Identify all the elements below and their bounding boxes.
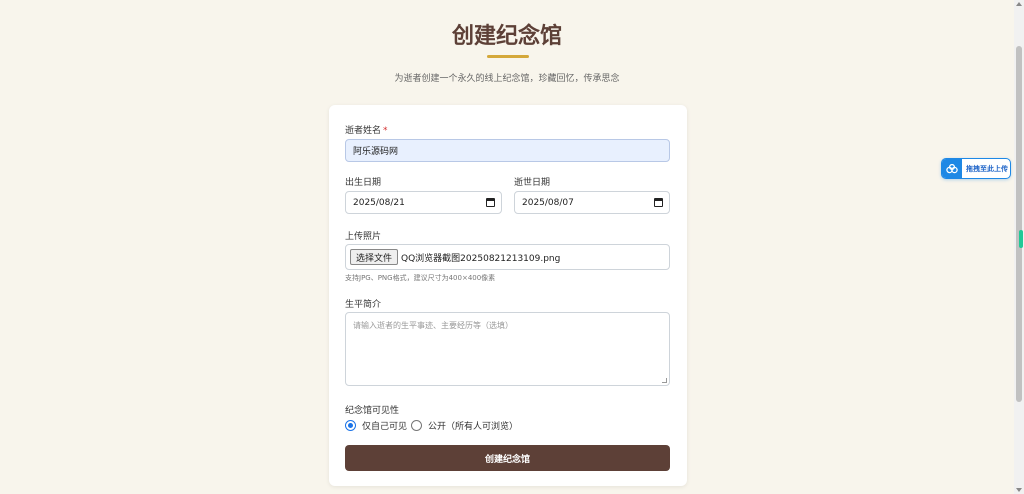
bio-textarea[interactable]: 请输入逝者的生平事迹、主要经历等（选填） bbox=[345, 312, 670, 386]
radio-unchecked-icon[interactable] bbox=[411, 420, 422, 431]
name-label: 逝者姓名 * bbox=[345, 123, 388, 136]
photo-help-text: 支持JPG、PNG格式，建议尺寸为400×400像素 bbox=[345, 274, 496, 282]
scroll-up-icon[interactable] bbox=[1016, 2, 1022, 6]
drag-upload-widget[interactable]: 拖拽至此上传 bbox=[941, 158, 1011, 179]
death-date-input[interactable]: 2025/08/07 bbox=[514, 191, 670, 214]
visibility-label: 纪念馆可见性 bbox=[345, 406, 400, 416]
name-label-text: 逝者姓名 bbox=[345, 126, 382, 136]
title-underline bbox=[487, 55, 529, 58]
birth-date-input[interactable]: 2025/08/21 bbox=[345, 191, 502, 214]
birth-date-value: 2025/08/21 bbox=[353, 197, 405, 208]
side-marker bbox=[1019, 230, 1023, 248]
upload-cloud-icon bbox=[942, 159, 962, 178]
death-date-value: 2025/08/07 bbox=[522, 197, 574, 208]
death-date-label: 逝世日期 bbox=[514, 178, 551, 188]
calendar-icon[interactable] bbox=[654, 198, 663, 207]
radio-checked-icon[interactable] bbox=[345, 420, 356, 431]
visibility-option-label: 仅自己可见 bbox=[362, 422, 408, 432]
choose-file-button[interactable]: 选择文件 bbox=[350, 249, 399, 265]
photo-label: 上传照片 bbox=[345, 232, 382, 242]
page-subtitle: 为逝者创建一个永久的线上纪念馆，珍藏回忆，传承思念 bbox=[394, 74, 620, 84]
memorial-form-card: 逝者姓名 * 阿乐源码网 出生日期 2025/08/21 逝世日期 2025/08… bbox=[329, 105, 687, 486]
bio-label: 生平简介 bbox=[345, 300, 382, 310]
scroll-thumb[interactable] bbox=[1016, 46, 1022, 402]
birth-date-label: 出生日期 bbox=[345, 178, 382, 188]
visibility-option-private[interactable]: 仅自己可见 bbox=[345, 419, 407, 432]
selected-file-name: QQ浏览器截图20250821213109.png bbox=[401, 253, 561, 264]
name-input-value: 阿乐源码网 bbox=[353, 147, 399, 157]
visibility-option-public[interactable]: 公开（所有人可浏览） bbox=[411, 419, 518, 432]
calendar-icon[interactable] bbox=[486, 198, 495, 207]
drag-upload-label: 拖拽至此上传 bbox=[966, 164, 1008, 173]
name-input[interactable]: 阿乐源码网 bbox=[345, 139, 670, 162]
create-memorial-button[interactable]: 创建纪念馆 bbox=[345, 445, 670, 471]
scroll-down-icon[interactable] bbox=[1016, 488, 1022, 492]
page-title: 创建纪念馆 bbox=[451, 23, 562, 49]
photo-file-input[interactable]: 选择文件 QQ浏览器截图20250821213109.png bbox=[345, 244, 670, 270]
resize-handle-icon[interactable] bbox=[662, 378, 667, 383]
bio-placeholder: 请输入逝者的生平事迹、主要经历等（选填） bbox=[353, 321, 513, 330]
required-mark: * bbox=[383, 126, 388, 136]
visibility-option-label: 公开（所有人可浏览） bbox=[428, 422, 519, 432]
